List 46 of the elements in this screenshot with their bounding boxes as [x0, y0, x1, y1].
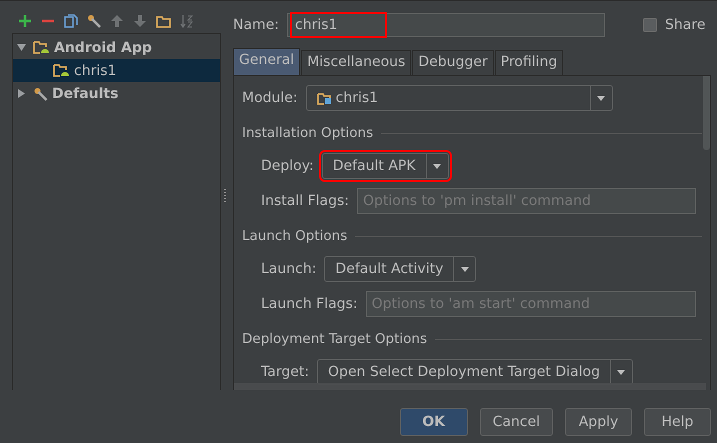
- module-folder-icon: [316, 92, 332, 104]
- sort-icon[interactable]: [180, 14, 194, 28]
- option-label: Launch:: [261, 261, 316, 277]
- name-field[interactable]: chris1: [287, 13, 606, 37]
- folder-icon[interactable]: [156, 14, 171, 28]
- dropdown-arrow-icon: [597, 96, 606, 100]
- dialog-button[interactable]: OK: [400, 408, 468, 436]
- share-checkbox[interactable]: [643, 18, 658, 32]
- wrench-icon: [33, 86, 48, 100]
- option-dropdown[interactable]: Default Activity: [324, 256, 476, 282]
- down-arrow-icon[interactable]: [133, 14, 147, 28]
- up-arrow-icon[interactable]: [110, 14, 124, 28]
- section-title: Deployment Target Options: [242, 331, 428, 347]
- option-label: Install Flags:: [261, 193, 350, 209]
- module-label: Module:: [242, 90, 298, 106]
- folder-android-icon: [33, 41, 50, 54]
- horizontal-scrollbar[interactable]: [234, 383, 706, 390]
- tab[interactable]: General: [233, 48, 300, 75]
- dialog-button[interactable]: Help: [644, 408, 711, 436]
- dropdown-arrow-icon: [617, 370, 626, 374]
- tree-item[interactable]: chris1: [74, 62, 116, 78]
- tab[interactable]: Debugger: [412, 50, 494, 75]
- option-dropdown[interactable]: Default APK: [322, 153, 449, 179]
- wrench-icon[interactable]: [87, 14, 101, 28]
- folder-android-icon: [53, 64, 70, 77]
- plus-icon[interactable]: [18, 14, 32, 28]
- tree-item[interactable]: Defaults: [52, 86, 118, 102]
- section-title: Installation Options: [242, 125, 374, 141]
- dropdown-arrow-icon: [460, 266, 469, 272]
- dialog-button[interactable]: Cancel: [480, 408, 553, 436]
- copy-icon[interactable]: [64, 14, 78, 28]
- dropdown-arrow-icon: [433, 164, 442, 168]
- section-title: Launch Options: [242, 228, 348, 244]
- module-dropdown[interactable]: chris1: [306, 85, 613, 111]
- option-label: Target:: [261, 364, 310, 380]
- tree-item[interactable]: Android App: [54, 40, 152, 56]
- name-label: Name:: [233, 17, 280, 33]
- tab[interactable]: Miscellaneous: [301, 50, 412, 75]
- share-label: Share: [665, 17, 706, 33]
- tab[interactable]: Profiling: [494, 50, 564, 75]
- option-label: Deploy:: [261, 158, 314, 174]
- option-dropdown[interactable]: Open Select Deployment Target Dialog: [317, 359, 633, 385]
- splitter-handle[interactable]: [224, 188, 226, 202]
- expand-arrow-icon[interactable]: [17, 43, 29, 52]
- option-label: Launch Flags:: [261, 296, 358, 312]
- dialog-button[interactable]: Apply: [565, 408, 632, 436]
